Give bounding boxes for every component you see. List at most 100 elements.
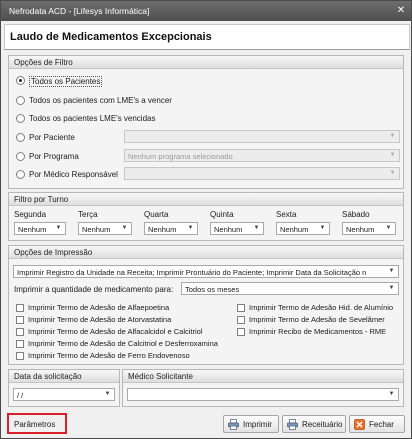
turno-filter-title: Filtro por Turno [14, 194, 69, 204]
close-window-icon[interactable]: ✕ [394, 4, 408, 17]
quarta-select[interactable]: Nenhum ▼ [144, 222, 198, 235]
radio-por-programa-label[interactable]: Por Programa [29, 152, 79, 161]
chevron-down-icon: ▼ [389, 170, 396, 176]
segunda-select-value: Nenhum [18, 225, 47, 234]
quinta-select-value: Nenhum [214, 225, 243, 234]
sexta-select[interactable]: Nenhum ▼ [276, 222, 330, 235]
chevron-down-icon: ▼ [187, 225, 194, 231]
chevron-down-icon: ▼ [121, 225, 128, 231]
check-alfaepoetina-label[interactable]: Imprimir Termo de Adesão de Alfaepoetina [28, 303, 169, 312]
check-alfacalcidol-label[interactable]: Imprimir Termo de Adesão de Alfacalcidol… [28, 327, 203, 336]
chevron-down-icon: ▼ [388, 285, 395, 291]
chevron-down-icon: ▼ [389, 133, 396, 139]
radio-por-medico[interactable] [16, 170, 25, 179]
close-icon [354, 419, 365, 430]
printer-icon [228, 419, 239, 430]
check-atorvastatina[interactable] [16, 316, 24, 324]
sexta-select-value: Nenhum [280, 225, 309, 234]
radio-lme-vencidas[interactable] [16, 114, 25, 123]
parametros-link[interactable]: Parâmetros [7, 413, 67, 434]
check-desferroxamina-label[interactable]: Imprimir Termo de Adesão de Calcitriol e… [28, 339, 218, 348]
check-sevelamer[interactable] [237, 316, 245, 324]
chevron-down-icon: ▼ [388, 391, 395, 397]
terca-select[interactable]: Nenhum ▼ [78, 222, 132, 235]
radio-por-medico-label[interactable]: Por Médico Responsável [29, 170, 118, 179]
imprimir-button[interactable]: Imprimir [223, 415, 279, 433]
filter-options-title: Opções de Filtro [14, 57, 73, 67]
quarta-select-value: Nenhum [148, 225, 177, 234]
receituario-button[interactable]: Receituário [282, 415, 346, 433]
medico-select[interactable]: ▼ [124, 167, 400, 180]
quinta-select[interactable]: Nenhum ▼ [210, 222, 264, 235]
quinta-label: Quinta [210, 210, 234, 219]
check-recibo-rme[interactable] [237, 328, 245, 336]
turno-filter-group: Filtro por Turno Segunda Nenhum ▼ Terça … [8, 192, 404, 241]
imprimir-label: Imprimir [243, 420, 272, 429]
check-hid-aluminio-label[interactable]: Imprimir Termo de Adesão Hid. de Alumíni… [249, 303, 393, 312]
print-options-title: Opções de Impressão [14, 247, 93, 257]
receituario-label: Receituário [302, 420, 343, 429]
chevron-down-icon: ▼ [389, 152, 396, 158]
medico-solicitante-header: Médico Solicitante [123, 370, 403, 383]
radio-por-paciente-label[interactable]: Por Paciente [29, 133, 75, 142]
programa-select-value: Nenhum programa selecionado [128, 152, 233, 161]
radio-todos-pacientes[interactable] [16, 76, 25, 85]
window-title: Nefrodata ACD - [Lifesys Informática] [9, 6, 150, 16]
sexta-label: Sexta [276, 210, 297, 219]
footer-bar: Parâmetros Imprimir Receituário Fechar [4, 412, 408, 436]
radio-lme-a-vencer-label[interactable]: Todos os pacientes com LME's a vencer [29, 96, 172, 105]
fechar-button[interactable]: Fechar [349, 415, 405, 433]
printer-icon [287, 419, 298, 430]
medico-solicitante-title: Médico Solicitante [128, 371, 193, 381]
turno-filter-header: Filtro por Turno [9, 193, 403, 206]
check-atorvastatina-label[interactable]: Imprimir Termo de Adesão de Atorvastatin… [28, 315, 171, 324]
filter-options-header: Opções de Filtro [9, 56, 403, 69]
sabado-select[interactable]: Nenhum ▼ [342, 222, 396, 235]
quantidade-select-value: Todos os meses [185, 285, 240, 294]
title-bar[interactable]: Nefrodata ACD - [Lifesys Informática] ✕ [1, 1, 411, 21]
sabado-label: Sábado [342, 210, 370, 219]
data-solicitacao-value: / / [17, 391, 24, 400]
print-registro-select[interactable]: Imprimir Registro da Unidade na Receita;… [13, 265, 399, 278]
data-solicitacao-header: Data da solicitação [9, 370, 119, 383]
radio-todos-pacientes-label[interactable]: Todos os Pacientes [29, 76, 103, 87]
form-header: Laudo de Medicamentos Excepcionais [4, 24, 410, 50]
filter-options-group: Opções de Filtro Todos os Pacientes Todo… [8, 55, 404, 189]
fechar-label: Fechar [369, 420, 394, 429]
terca-label: Terça [78, 210, 98, 219]
check-alfaepoetina[interactable] [16, 304, 24, 312]
chevron-down-icon: ▼ [253, 225, 260, 231]
paciente-select[interactable]: ▼ [124, 130, 400, 143]
check-sevelamer-label[interactable]: Imprimir Termo de Adesão de Sevelâmer [249, 315, 385, 324]
radio-lme-vencidas-label[interactable]: Todos os pacientes LME's vencidas [29, 114, 155, 123]
quantidade-label: Imprimir a quantidade de medicamento par… [14, 285, 174, 294]
radio-por-programa[interactable] [16, 152, 25, 161]
quarta-label: Quarta [144, 210, 169, 219]
check-hid-aluminio[interactable] [237, 304, 245, 312]
chevron-down-icon: ▼ [55, 225, 62, 231]
print-options-header: Opções de Impressão [9, 246, 403, 259]
form-title: Laudo de Medicamentos Excepcionais [10, 31, 212, 43]
parametros-label: Parâmetros [14, 420, 56, 429]
chevron-down-icon: ▼ [319, 225, 326, 231]
radio-por-paciente[interactable] [16, 133, 25, 142]
medico-solicitante-select[interactable]: ▼ [127, 388, 399, 401]
check-alfacalcidol[interactable] [16, 328, 24, 336]
data-solicitacao-group: Data da solicitação / / ▼ [8, 369, 120, 407]
data-solicitacao-input[interactable]: / / ▼ [13, 388, 115, 401]
check-desferroxamina[interactable] [16, 340, 24, 348]
segunda-select[interactable]: Nenhum ▼ [14, 222, 66, 235]
report-window: Nefrodata ACD - [Lifesys Informática] ✕ … [0, 0, 412, 439]
check-recibo-rme-label[interactable]: Imprimir Recibo de Medicamentos - RME [249, 327, 386, 336]
medico-solicitante-group: Médico Solicitante ▼ [122, 369, 404, 407]
check-ferro-endovenoso-label[interactable]: Imprimir Termo de Adesão de Ferro Endove… [28, 351, 190, 360]
terca-select-value: Nenhum [82, 225, 111, 234]
segunda-label: Segunda [14, 210, 47, 219]
print-registro-value: Imprimir Registro da Unidade na Receita;… [17, 268, 367, 277]
check-ferro-endovenoso[interactable] [16, 352, 24, 360]
chevron-down-icon: ▼ [385, 225, 392, 231]
programa-select[interactable]: Nenhum programa selecionado ▼ [124, 149, 400, 162]
quantidade-select[interactable]: Todos os meses ▼ [181, 282, 399, 295]
chevron-down-icon: ▼ [388, 268, 395, 274]
radio-lme-a-vencer[interactable] [16, 96, 25, 105]
